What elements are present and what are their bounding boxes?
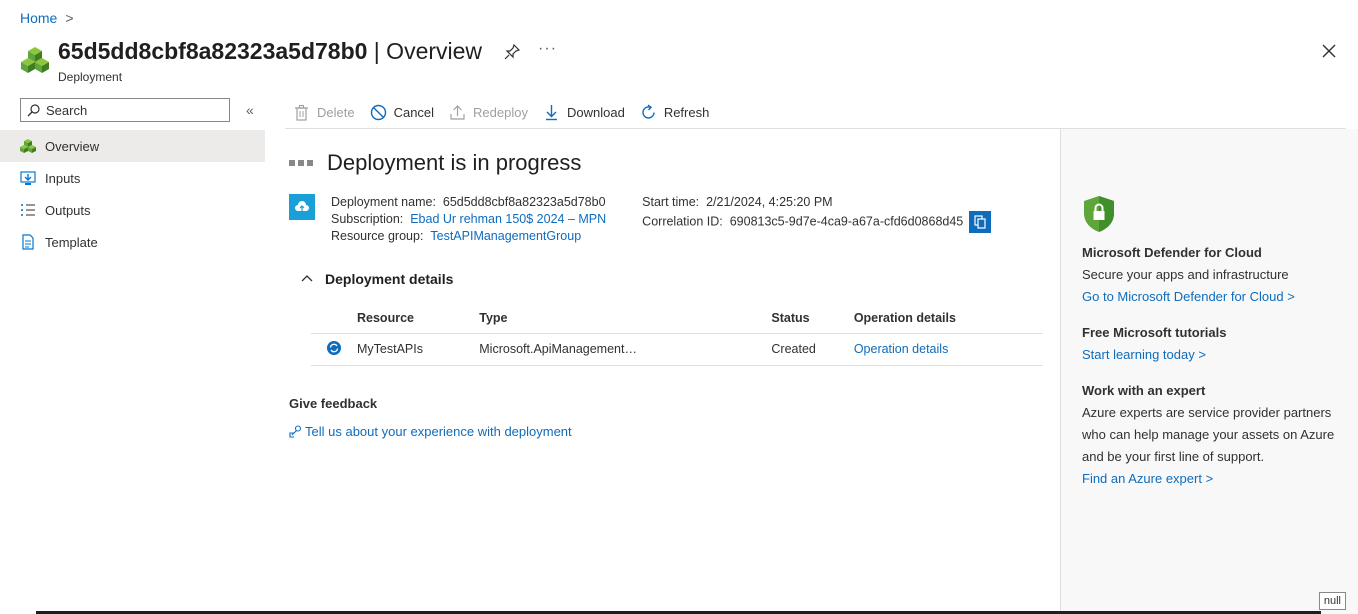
inputs-icon — [20, 171, 36, 185]
subscription-link[interactable]: Ebad Ur rehman 150$ 2024 – MPN — [410, 212, 606, 226]
sidebar-item-label: Inputs — [45, 170, 81, 186]
close-icon[interactable] — [1322, 44, 1336, 58]
sidebar-item-inputs[interactable]: Inputs — [0, 162, 265, 194]
copy-icon — [974, 215, 986, 229]
header-spacer — [311, 303, 357, 334]
main-content: Deployment is in progress Deployment nam… — [289, 130, 1059, 439]
page-title: 65d5dd8cbf8a82323a5d78b0 | Overview — [58, 38, 482, 65]
sidebar-item-label: Overview — [45, 138, 100, 154]
start-time-value: 2/21/2024, 4:25:20 PM — [706, 195, 833, 209]
expert-text-line: who can help manage your assets on Azure — [1082, 427, 1335, 442]
download-icon — [545, 104, 557, 120]
search-icon — [27, 103, 40, 116]
row-type: Microsoft.ApiManagement… — [479, 333, 772, 366]
cloud-upload-icon — [289, 194, 315, 220]
deployment-icon — [20, 139, 36, 153]
breadcrumb: Home > — [20, 10, 74, 26]
redeploy-icon — [450, 104, 465, 120]
feedback-link[interactable]: Tell us about your experience with deplo… — [305, 424, 572, 439]
tutorials-link[interactable]: Start learning today > — [1082, 347, 1206, 362]
deployment-details-table: Resource Type Status Operation details M… — [311, 303, 1043, 366]
title-suffix: | Overview — [367, 38, 483, 64]
template-icon — [22, 234, 34, 250]
defender-link[interactable]: Go to Microsoft Defender for Cloud > — [1082, 289, 1295, 304]
feedback-icon — [289, 424, 302, 438]
expert-text-line: Azure experts are service provider partn… — [1082, 405, 1332, 420]
table-row: MyTestAPIs Microsoft.ApiManagement… Crea… — [311, 333, 1043, 366]
expert-text-line: and be your first line of support. — [1082, 449, 1265, 464]
cancel-button[interactable]: Cancel — [370, 104, 434, 121]
delete-label: Delete — [317, 104, 355, 120]
right-panel: Microsoft Defender for Cloud Secure your… — [1060, 129, 1358, 614]
deployment-name-value: 65d5dd8cbf8a82323a5d78b0 — [442, 195, 606, 209]
correlation-id-value: 690813c5-9d7e-4ca9-a67a-cfd6d0868d45 — [729, 214, 964, 229]
defender-text: Secure your apps and infrastructure — [1082, 267, 1289, 282]
breadcrumb-separator: > — [65, 10, 74, 26]
sidebar-nav: Overview Inputs Outputs Template — [0, 130, 265, 258]
expert-link[interactable]: Find an Azure expert > — [1082, 471, 1213, 486]
header-status: Status — [771, 303, 854, 334]
chevron-up-icon — [301, 275, 313, 282]
deployment-name-label: Deployment name: — [331, 195, 436, 209]
page-subtitle: Deployment — [58, 70, 123, 84]
sidebar-item-label: Template — [45, 234, 98, 250]
shield-lock-icon — [1084, 196, 1114, 232]
tutorials-title: Free Microsoft tutorials — [1082, 325, 1227, 340]
row-status: Created — [771, 333, 854, 366]
cancel-circle-icon — [370, 104, 386, 120]
give-feedback-title: Give feedback — [289, 395, 378, 411]
refresh-button[interactable]: Refresh — [640, 103, 710, 121]
sidebar: « Overview Inputs O — [0, 98, 265, 258]
pin-icon[interactable] — [504, 43, 521, 60]
deployment-details-toggle[interactable]: Deployment details — [301, 271, 1059, 287]
row-status-icon-cell — [311, 333, 357, 366]
page-header: 65d5dd8cbf8a82323a5d78b0 | Overview ··· … — [20, 38, 557, 84]
start-time-label: Start time: — [642, 195, 700, 209]
defender-title: Microsoft Defender for Cloud — [1082, 245, 1262, 260]
refresh-label: Refresh — [663, 104, 710, 120]
deployment-status-title: Deployment is in progress — [327, 150, 582, 175]
search-box[interactable] — [20, 98, 230, 122]
row-resource: MyTestAPIs — [357, 333, 480, 366]
collapse-sidebar-icon[interactable]: « — [246, 102, 254, 118]
deployment-info: Deployment name: 65d5dd8cbf8a82323a5d78b… — [289, 194, 1059, 245]
download-label: Download — [566, 104, 625, 120]
cancel-label: Cancel — [393, 104, 435, 120]
redeploy-button[interactable]: Redeploy — [449, 104, 528, 121]
command-bar: Delete Cancel Redeploy Download Refresh — [285, 96, 1346, 129]
resource-group-label: Resource group: — [331, 229, 424, 243]
breadcrumb-home-link[interactable]: Home — [20, 10, 57, 26]
deployment-cubes-icon — [21, 47, 49, 73]
correlation-id-label: Correlation ID: — [642, 214, 723, 229]
download-button[interactable]: Download — [543, 104, 625, 121]
delete-button[interactable]: Delete — [293, 104, 355, 121]
resource-id: 65d5dd8cbf8a82323a5d78b0 — [58, 38, 368, 64]
resource-group-link[interactable]: TestAPIManagementGroup — [430, 229, 581, 243]
search-input[interactable] — [46, 102, 216, 118]
header-resource: Resource — [357, 303, 480, 334]
progress-dots-icon — [289, 160, 313, 166]
null-badge: null — [1318, 592, 1346, 610]
refresh-icon — [642, 103, 655, 119]
in-progress-sync-icon — [327, 340, 341, 355]
deployment-details-title: Deployment details — [325, 271, 454, 287]
table-header-row: Resource Type Status Operation details — [311, 303, 1043, 334]
subscription-label: Subscription: — [331, 212, 404, 226]
sidebar-item-template[interactable]: Template — [0, 226, 265, 258]
operation-details-link[interactable]: Operation details — [854, 342, 949, 356]
more-options-icon[interactable]: ··· — [538, 40, 557, 58]
redeploy-label: Redeploy — [473, 104, 528, 120]
outputs-icon — [21, 204, 35, 216]
header-operation-details: Operation details — [853, 303, 1043, 334]
trash-icon — [295, 104, 308, 121]
header-type: Type — [479, 303, 772, 334]
sidebar-item-outputs[interactable]: Outputs — [0, 194, 265, 226]
expert-title: Work with an expert — [1082, 383, 1206, 398]
sidebar-item-overview[interactable]: Overview — [0, 130, 265, 162]
copy-to-clipboard-button[interactable] — [969, 211, 992, 233]
sidebar-item-label: Outputs — [45, 202, 91, 218]
